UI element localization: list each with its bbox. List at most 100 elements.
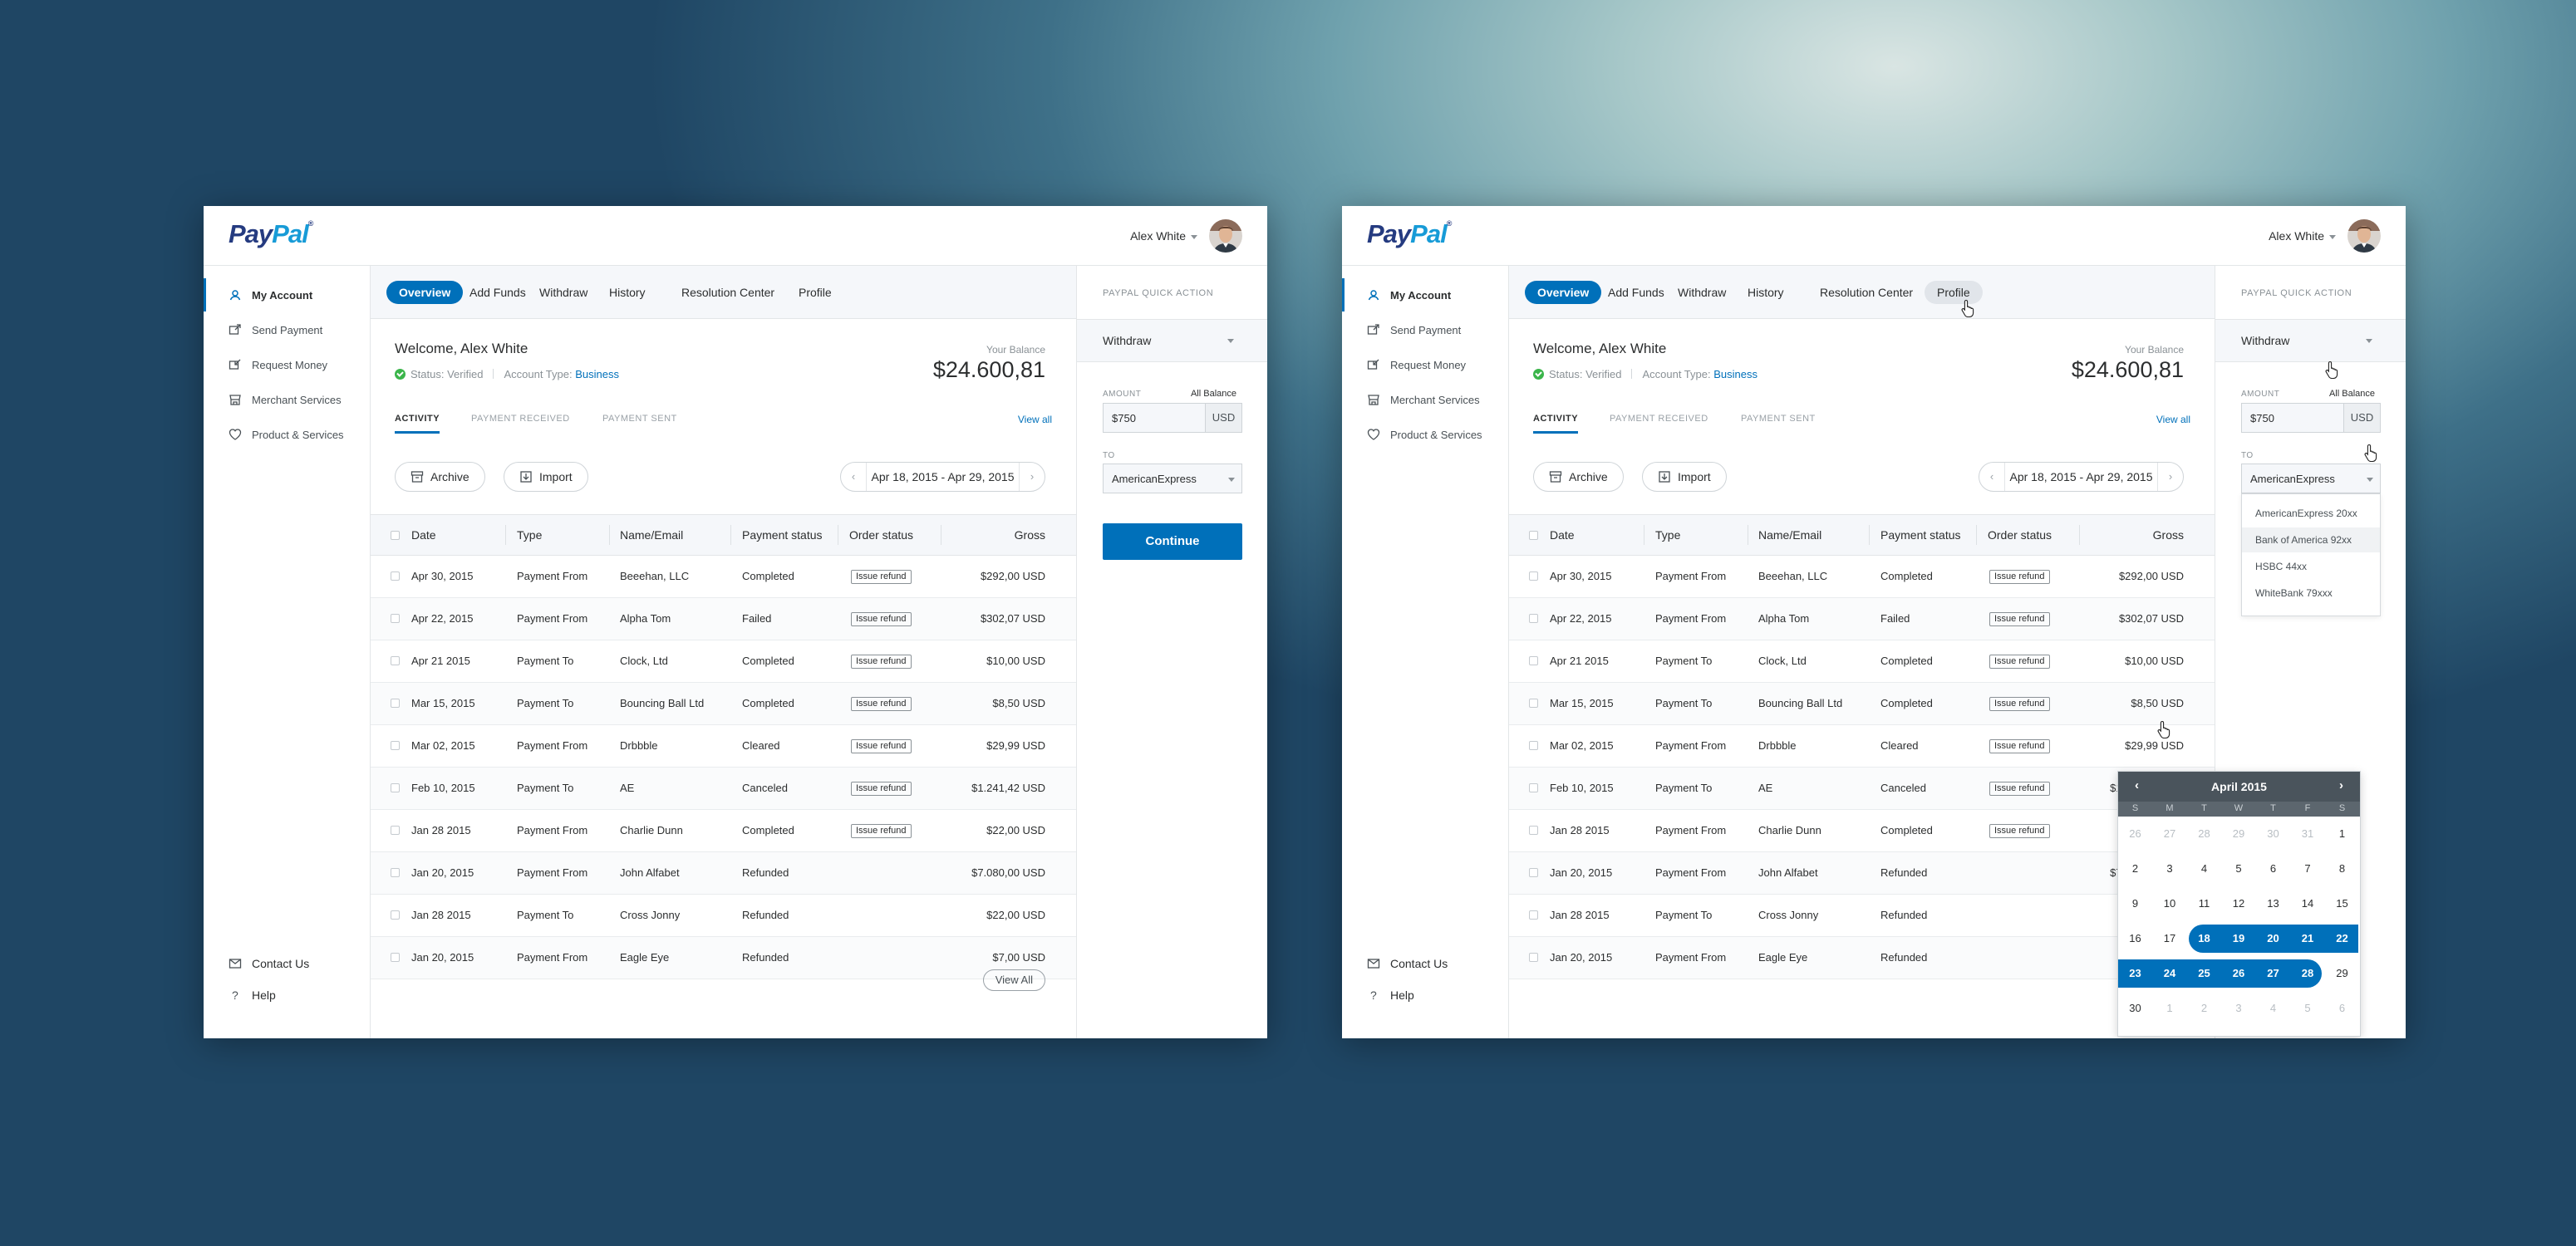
archive-button[interactable]: Archive (395, 462, 485, 492)
amount-field[interactable]: $750 USD (2241, 403, 2381, 433)
dropdown-option[interactable]: AmericanExpress 20xx (2242, 501, 2380, 526)
sidebar-help[interactable]: ? Help (204, 980, 370, 1010)
table-row[interactable]: Apr 22, 2015 Payment From Alpha Tom Failed I… (1509, 598, 2215, 640)
table-row[interactable]: Jan 28 2015 Payment To Cross Jonny Refunded… (371, 895, 1076, 937)
table-row[interactable]: Jan 20, 2015 Payment From John Alfabet Refu… (371, 852, 1076, 895)
paypal-logo[interactable]: PayPal® (1367, 219, 1452, 249)
sidebar-contact-us[interactable]: Contact Us (204, 949, 370, 979)
calendar-day[interactable]: 30 (2256, 820, 2290, 848)
calendar-day[interactable]: 5 (2222, 855, 2256, 883)
issue-refund-button[interactable]: Issue refund (851, 739, 912, 753)
issue-refund-button[interactable]: Issue refund (1989, 612, 2050, 626)
calendar-day[interactable]: 29 (2222, 820, 2256, 848)
calendar-day[interactable]: 4 (2256, 994, 2290, 1023)
calendar-day[interactable]: 24 (2153, 959, 2187, 988)
row-checkbox[interactable] (391, 571, 400, 581)
view-all-link[interactable]: View all (1018, 414, 1052, 425)
issue-refund-button[interactable]: Issue refund (1989, 570, 2050, 584)
calendar-day[interactable]: 28 (2291, 959, 2325, 988)
issue-refund-button[interactable]: Issue refund (851, 655, 912, 669)
calendar-day[interactable]: 4 (2187, 855, 2221, 883)
calendar-day[interactable]: 26 (2222, 959, 2256, 988)
table-row[interactable]: Jan 20, 2015 Payment From Eagle Eye Refunde… (1509, 937, 2215, 979)
row-checkbox[interactable] (391, 614, 400, 623)
calendar-day[interactable]: 26 (2118, 820, 2152, 848)
dropdown-option[interactable]: HSBC 44xx (2242, 554, 2380, 579)
calendar-day[interactable]: 22 (2325, 925, 2359, 953)
calendar-day[interactable]: 29 (2325, 959, 2359, 988)
view-all-link[interactable]: View all (2156, 414, 2190, 425)
calendar-day[interactable]: 27 (2153, 820, 2187, 848)
date-range-text[interactable]: Apr 18, 2015 - Apr 29, 2015 (866, 463, 1020, 491)
issue-refund-button[interactable]: Issue refund (851, 824, 912, 838)
calendar-day[interactable]: 30 (2118, 994, 2152, 1023)
calendar-day[interactable]: 5 (2291, 994, 2325, 1023)
row-checkbox[interactable] (391, 826, 400, 835)
avatar[interactable] (2347, 219, 2381, 253)
table-row[interactable]: Apr 30, 2015 Payment From Beeehan, LLC Comp… (371, 556, 1076, 598)
column-header[interactable]: Date (411, 515, 436, 555)
row-checkbox[interactable] (391, 910, 400, 920)
tab-history[interactable]: History (1735, 281, 1797, 304)
import-button[interactable]: Import (504, 462, 588, 492)
to-account-select[interactable]: AmericanExpress (2241, 464, 2381, 493)
dropdown-option[interactable]: WhiteBank 79xxx (2242, 581, 2380, 606)
action-select[interactable]: Withdraw (1077, 319, 1267, 362)
account-type-link[interactable]: Business (575, 368, 619, 380)
subtab-payment-sent[interactable]: PAYMENT SENT (1741, 414, 1816, 424)
select-all-checkbox[interactable] (1529, 531, 1538, 540)
subtab-payment-received[interactable]: PAYMENT RECEIVED (1610, 414, 1708, 424)
sidebar-item-request-money[interactable]: Request Money (204, 348, 370, 381)
column-header[interactable]: Date (1550, 515, 1575, 555)
calendar-day[interactable]: 6 (2325, 994, 2359, 1023)
row-checkbox[interactable] (391, 868, 400, 877)
column-header[interactable]: Type (1655, 515, 1680, 555)
calendar-day[interactable]: 3 (2153, 855, 2187, 883)
chevron-right-icon[interactable]: › (1020, 463, 1045, 491)
row-checkbox[interactable] (1529, 741, 1538, 750)
sidebar-contact-us[interactable]: Contact Us (1342, 949, 1508, 979)
calendar-day[interactable]: 18 (2187, 925, 2221, 953)
issue-refund-button[interactable]: Issue refund (851, 612, 912, 626)
calendar-day[interactable]: 28 (2187, 820, 2221, 848)
calendar-day[interactable]: 2 (2118, 855, 2152, 883)
table-row[interactable]: Apr 21 2015 Payment To Clock, Ltd Completed… (1509, 640, 2215, 683)
column-header[interactable]: Name/Email (620, 515, 683, 555)
sidebar-item-send-payment[interactable]: Send Payment (1342, 313, 1508, 346)
user-menu[interactable]: Alex White (2269, 229, 2336, 243)
calendar-day[interactable]: 1 (2153, 994, 2187, 1023)
sidebar-item-merchant-services[interactable]: Merchant Services (1342, 383, 1508, 416)
calendar-day[interactable]: 16 (2118, 925, 2152, 953)
amount-field[interactable]: $750 USD (1103, 403, 1242, 433)
issue-refund-button[interactable]: Issue refund (1989, 782, 2050, 796)
dropdown-option[interactable]: Bank of America 92xx (2242, 527, 2380, 552)
calendar-day[interactable]: 31 (2291, 820, 2325, 848)
calendar-day[interactable]: 17 (2153, 925, 2187, 953)
sidebar-item-product-services[interactable]: Product & Services (204, 418, 370, 451)
tab-resolution-center[interactable]: Resolution Center (669, 281, 787, 304)
calendar-day[interactable]: 20 (2256, 925, 2290, 953)
issue-refund-button[interactable]: Issue refund (1989, 697, 2050, 711)
calendar-day[interactable]: 2 (2187, 994, 2221, 1023)
tab-resolution-center[interactable]: Resolution Center (1807, 281, 1925, 304)
sidebar-item-send-payment[interactable]: Send Payment (204, 313, 370, 346)
tab-withdraw[interactable]: Withdraw (1665, 281, 1738, 304)
table-row[interactable]: Mar 15, 2015 Payment To Bouncing Ball Ltd C… (371, 683, 1076, 725)
import-button[interactable]: Import (1642, 462, 1727, 492)
subtab-payment-received[interactable]: PAYMENT RECEIVED (471, 414, 570, 424)
prev-month-icon[interactable]: ‹ (2135, 778, 2139, 792)
column-header[interactable]: Order status (1988, 515, 2052, 555)
date-range-picker[interactable]: ‹ Apr 18, 2015 - Apr 29, 2015 › (1979, 462, 2184, 492)
table-row[interactable]: Feb 10, 2015 Payment To AE Canceled Issue re… (1509, 768, 2215, 810)
row-checkbox[interactable] (1529, 783, 1538, 792)
row-checkbox[interactable] (1529, 910, 1538, 920)
row-checkbox[interactable] (1529, 614, 1538, 623)
table-row[interactable]: Mar 02, 2015 Payment From Drbbble Cleared Is… (1509, 725, 2215, 768)
table-row[interactable]: Feb 10, 2015 Payment To AE Canceled Issue re… (371, 768, 1076, 810)
table-row[interactable]: Apr 21 2015 Payment To Clock, Ltd Completed… (371, 640, 1076, 683)
column-header[interactable]: Payment status (1880, 515, 1961, 555)
row-checkbox[interactable] (391, 741, 400, 750)
row-checkbox[interactable] (1529, 953, 1538, 962)
column-header[interactable]: Type (517, 515, 542, 555)
calendar-day[interactable]: 7 (2291, 855, 2325, 883)
